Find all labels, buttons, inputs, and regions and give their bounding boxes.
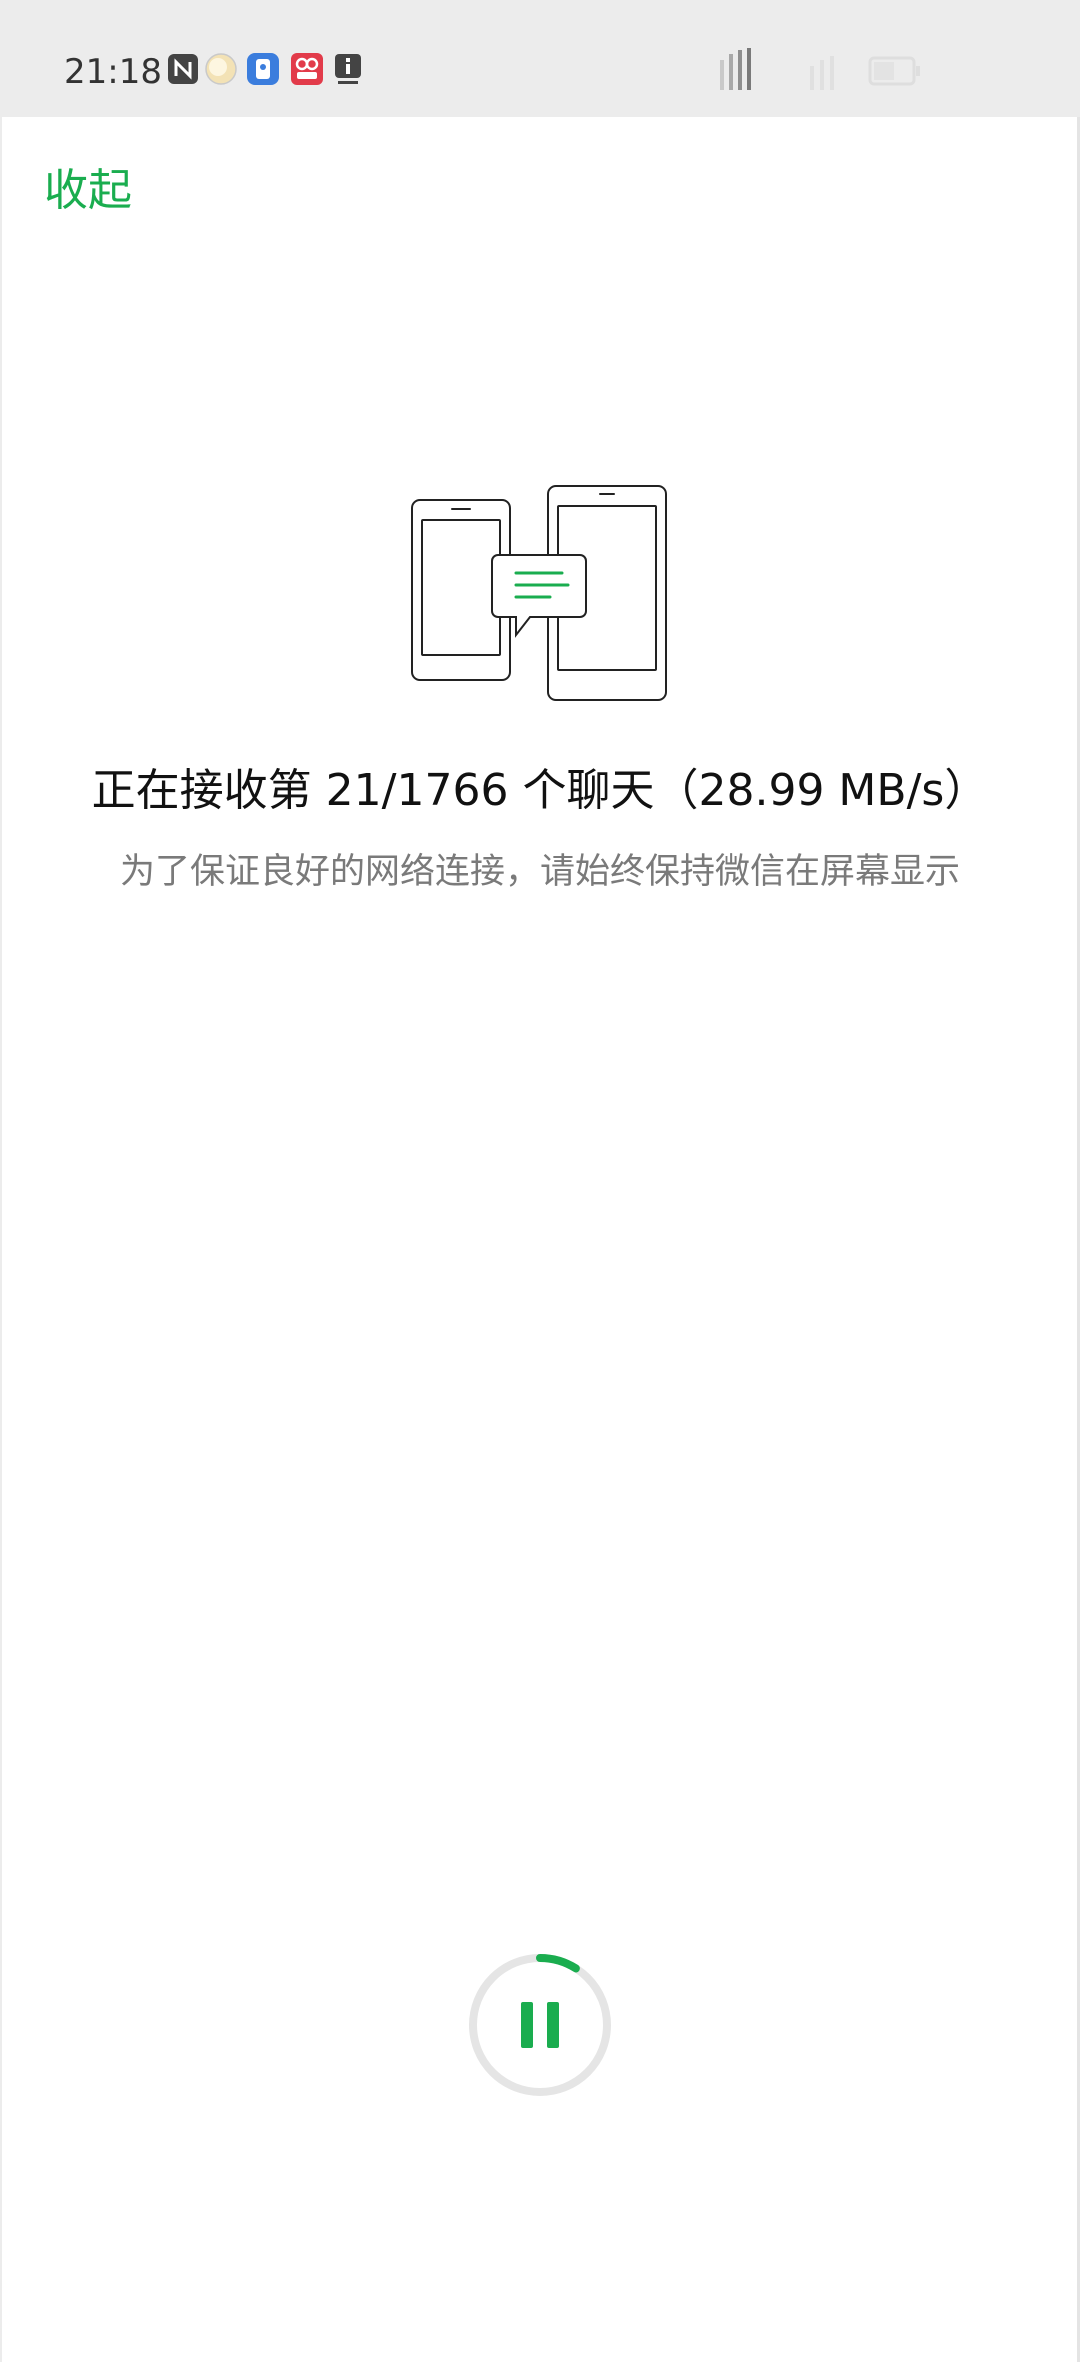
- status-time: 21:18: [64, 52, 162, 92]
- pause-button[interactable]: [467, 1952, 613, 2098]
- status-bar: 21:18: [0, 0, 1080, 117]
- transfer-screen: 21:18 收起 正在接收第 21/1766 个聊天（28.99 MB/s） 为…: [0, 0, 1080, 2362]
- nfc-icon: [168, 54, 198, 84]
- signal-icon: [720, 48, 751, 90]
- collapse-button[interactable]: 收起: [44, 162, 132, 220]
- count-separator: /: [381, 765, 397, 816]
- title-suffix: ）: [944, 765, 989, 816]
- weather-icon: [205, 53, 237, 85]
- progress-ring-track: [469, 1954, 611, 2096]
- wifi-icon: [810, 56, 834, 90]
- info-icon: [335, 54, 361, 84]
- battery-icon: [868, 56, 920, 86]
- left-edge: [0, 117, 2, 2362]
- current-chat-count: 21: [325, 765, 382, 816]
- phone-transfer-illustration: [411, 485, 667, 701]
- signal-battery-icons: [720, 48, 920, 90]
- title-middle: 个聊天（: [508, 765, 699, 816]
- title-prefix: 正在接收第: [91, 765, 326, 816]
- total-chat-count: 1766: [396, 765, 509, 816]
- app-red-icon: [291, 53, 323, 85]
- app-blue-icon: [247, 53, 279, 85]
- transfer-hint: 为了保证良好的网络连接，请始终保持微信在屏幕显示: [119, 852, 960, 892]
- transfer-status-title: 正在接收第 21/1766 个聊天（28.99 MB/s）: [0, 760, 1080, 822]
- transfer-speed: 28.99 MB/s: [698, 765, 945, 816]
